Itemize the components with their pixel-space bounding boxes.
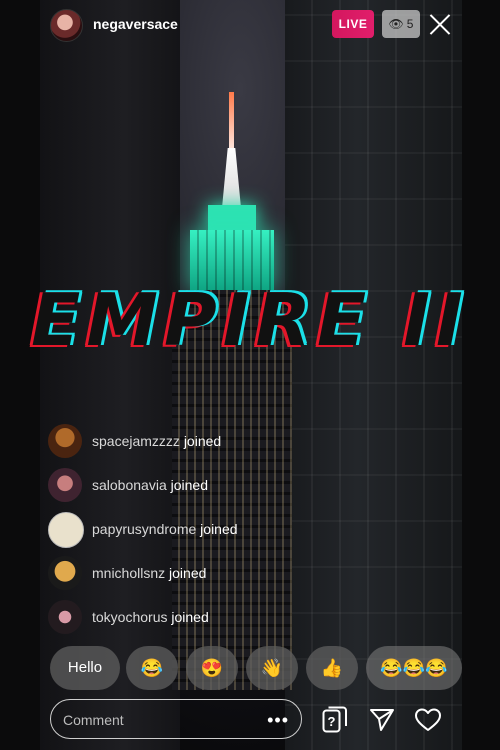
comment-action: joined — [200, 521, 238, 537]
comment-input[interactable] — [61, 708, 255, 732]
live-header: negaversace LIVE 👁 5 — [0, 0, 500, 50]
viewer-count-badge[interactable]: 👁 5 — [382, 10, 420, 38]
eye-icon: 👁 — [388, 17, 404, 31]
svg-text:?: ? — [328, 714, 336, 729]
spire-top — [222, 148, 241, 208]
comment-item: spacejamzzzz joined — [48, 420, 348, 464]
quick-reply-thumbs-up[interactable]: 👍 — [306, 646, 358, 690]
commenter-avatar[interactable] — [48, 556, 82, 590]
commenter-avatar[interactable] — [48, 512, 84, 548]
quick-reply-triple-laugh[interactable]: 😂😂😂 — [366, 646, 462, 690]
video-title-overlay: EMPIRE II — [31, 278, 469, 362]
comment-action: joined — [183, 433, 222, 449]
comment-item: papyrusyndrome joined — [48, 508, 348, 552]
quick-reply-wave[interactable]: 👋 — [246, 646, 298, 690]
broadcaster-avatar[interactable] — [50, 9, 83, 42]
quick-reactions-bar: Hello 😂 😍 👋 👍 😂😂😂 — [50, 646, 470, 692]
heart-icon[interactable] — [414, 706, 442, 734]
quick-reply-laugh[interactable]: 😂 — [126, 646, 178, 690]
comment-text: salobonavia joined — [92, 477, 208, 493]
comment-feed: spacejamzzzz joined salobonavia joined p… — [48, 420, 348, 640]
right-frame — [462, 0, 500, 750]
comment-item: mnichollsnz joined — [48, 552, 348, 596]
viewer-count: 5 — [406, 17, 414, 31]
left-frame — [0, 0, 40, 750]
comment-field[interactable]: ••• — [50, 699, 302, 739]
comment-text: papyrusyndrome joined — [92, 521, 238, 537]
more-options-icon[interactable]: ••• — [267, 710, 289, 731]
comment-username[interactable]: mnichollsnz — [92, 565, 165, 581]
crown-upper — [208, 205, 256, 230]
comment-username[interactable]: salobonavia — [92, 477, 167, 493]
comment-action: joined — [169, 565, 207, 581]
comment-action: joined — [171, 609, 209, 625]
broadcaster-username[interactable]: negaversace — [93, 16, 178, 32]
comment-action: joined — [170, 477, 208, 493]
commenter-avatar[interactable] — [48, 424, 82, 458]
quick-reply-heart-eyes[interactable]: 😍 — [186, 646, 238, 690]
comment-item: salobonavia joined — [48, 464, 348, 508]
commenter-avatar[interactable] — [48, 600, 82, 634]
comment-username[interactable]: papyrusyndrome — [92, 521, 196, 537]
comment-text: tokyochorus joined — [92, 609, 209, 625]
questions-icon[interactable]: ? — [322, 706, 348, 734]
live-badge: LIVE — [332, 10, 374, 38]
commenter-avatar[interactable] — [48, 468, 82, 502]
close-icon[interactable] — [428, 12, 452, 36]
send-icon[interactable] — [368, 706, 396, 734]
comment-text: mnichollsnz joined — [92, 565, 206, 581]
comment-username[interactable]: tokyochorus — [92, 609, 167, 625]
comment-item: tokyochorus joined — [48, 596, 348, 640]
comment-username[interactable]: spacejamzzzz — [92, 433, 180, 449]
quick-reply-hello[interactable]: Hello — [50, 646, 120, 690]
comment-text: spacejamzzzz joined — [92, 433, 221, 449]
